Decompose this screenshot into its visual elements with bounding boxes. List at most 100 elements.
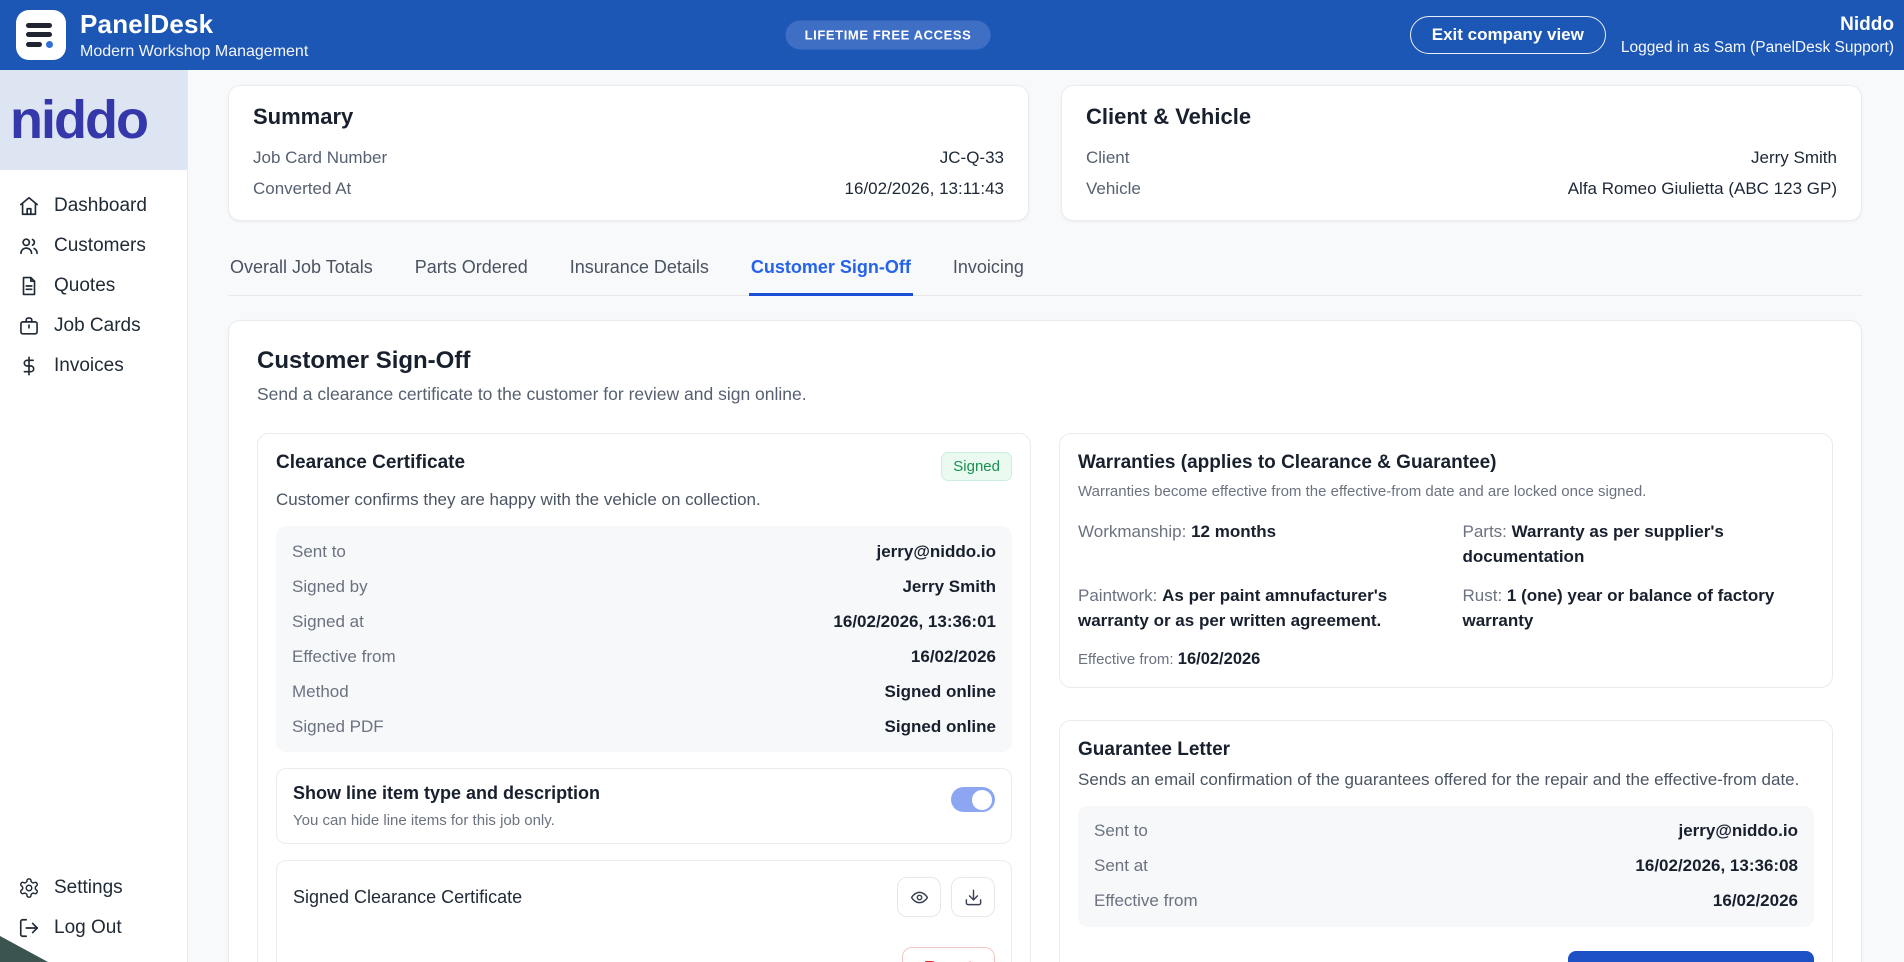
customer-sign-off-panel: Customer Sign-Off Send a clearance certi… <box>228 320 1862 962</box>
sidebar-item-label: Job Cards <box>54 315 141 337</box>
logged-in-as-text: Logged in as Sam (PanelDesk Support) <box>1621 39 1894 57</box>
clearance-card-header: Clearance Certificate Signed <box>276 452 1012 481</box>
detail-value: 16/02/2026 <box>1713 891 1798 911</box>
sidebar-item-settings[interactable]: Settings <box>0 868 187 908</box>
guarantee-title: Guarantee Letter <box>1078 739 1814 761</box>
summary-card: Summary Job Card Number JC-Q-33 Converte… <box>228 85 1029 221</box>
warranties-card: Warranties (applies to Clearance & Guara… <box>1059 433 1833 688</box>
users-icon <box>18 235 40 257</box>
detail-label: Sent to <box>292 542 346 562</box>
niddo-wordmark: niddo <box>10 89 147 151</box>
warranty-rust: Rust: 1 (one) year or balance of factory… <box>1463 584 1814 633</box>
download-certificate-button[interactable] <box>951 877 995 917</box>
detail-value: 16/02/2026, 13:36:01 <box>833 612 996 632</box>
detail-row-sent-to: Sent to jerry@niddo.io <box>292 534 996 569</box>
effective-label: Effective from: <box>1078 651 1174 668</box>
tab-customer-sign-off[interactable]: Customer Sign-Off <box>749 253 913 296</box>
detail-row-effective-from: Effective from 16/02/2026 <box>292 639 996 674</box>
summary-row-converted-at: Converted At 16/02/2026, 13:11:43 <box>253 173 1004 204</box>
sidebar-item-label: Settings <box>54 877 123 899</box>
warranty-label: Paintwork: <box>1078 586 1157 605</box>
sidebar-logo: niddo <box>0 70 187 170</box>
warranty-workmanship: Workmanship: 12 months <box>1078 520 1437 569</box>
detail-label: Sent to <box>1094 821 1148 841</box>
main-content: Summary Job Card Number JC-Q-33 Converte… <box>188 70 1904 962</box>
warranty-label: Rust: <box>1463 586 1503 605</box>
detail-row-signed-pdf: Signed PDF Signed online <box>292 709 996 744</box>
detail-label: Signed PDF <box>292 717 384 737</box>
warranty-paintwork: Paintwork: As per paint amnufacturer's w… <box>1078 584 1437 633</box>
detail-value: jerry@niddo.io <box>876 542 996 562</box>
home-icon <box>18 195 40 217</box>
clearance-subtitle: Customer confirms they are happy with th… <box>276 490 1012 510</box>
sidebar-item-label: Log Out <box>54 917 122 939</box>
detail-row-effective-from: Effective from 16/02/2026 <box>1094 884 1798 919</box>
top-header: PanelDesk Modern Workshop Management LIF… <box>0 0 1904 70</box>
effective-value: 16/02/2026 <box>1178 650 1261 668</box>
certificate-actions <box>897 877 995 917</box>
logo-bar <box>26 32 52 37</box>
app-root: PanelDesk Modern Workshop Management LIF… <box>0 0 1904 962</box>
tab-overall-job-totals[interactable]: Overall Job Totals <box>228 253 375 295</box>
tab-insurance-details[interactable]: Insurance Details <box>568 253 711 295</box>
toggle-knob <box>972 790 992 810</box>
line-items-toggle[interactable] <box>951 787 995 812</box>
certificate-row: Signed Clearance Certificate <box>293 877 995 917</box>
logo-bar-row <box>26 41 66 48</box>
page-title: Customer Sign-Off <box>257 347 1833 375</box>
detail-label: Effective from <box>292 647 396 667</box>
paneldesk-logo-icon[interactable] <box>16 10 66 60</box>
sidebar-nav: Dashboard Customers Quotes Job Cards Inv… <box>0 170 187 386</box>
client-row: Client Jerry Smith <box>1086 142 1837 173</box>
logged-in-user: Niddo Logged in as Sam (PanelDesk Suppor… <box>1621 14 1894 57</box>
logo-bar <box>26 42 42 47</box>
detail-label: Effective from <box>1094 891 1198 911</box>
app-subtitle: Modern Workshop Management <box>80 43 308 61</box>
reset-row: Reset <box>293 947 995 962</box>
clearance-details-list: Sent to jerry@niddo.io Signed by Jerry S… <box>276 526 1012 752</box>
sidebar-item-dashboard[interactable]: Dashboard <box>0 186 187 226</box>
sidebar-item-label: Dashboard <box>54 195 147 217</box>
sidebar-item-quotes[interactable]: Quotes <box>0 266 187 306</box>
detail-value: 16/02/2026, 13:36:08 <box>1635 856 1798 876</box>
detail-row-method: Method Signed online <box>292 674 996 709</box>
detail-label: Sent at <box>1094 856 1148 876</box>
detail-label: Signed at <box>292 612 364 632</box>
sidebar-item-label: Quotes <box>54 275 115 297</box>
row-label: Vehicle <box>1086 179 1141 199</box>
corner-wedge-decoration <box>0 936 48 962</box>
warranties-effective-from: Effective from: 16/02/2026 <box>1078 650 1814 669</box>
reset-button[interactable]: Reset <box>902 947 995 962</box>
tab-parts-ordered[interactable]: Parts Ordered <box>413 253 530 295</box>
sidebar: niddo Dashboard Customers Quotes Job Car… <box>0 70 188 962</box>
detail-row-sent-to: Sent to jerry@niddo.io <box>1094 814 1798 849</box>
detail-label: Method <box>292 682 349 702</box>
vehicle-row: Vehicle Alfa Romeo Giulietta (ABC 123 GP… <box>1086 173 1837 204</box>
preview-certificate-button[interactable] <box>897 877 941 917</box>
sidebar-item-label: Invoices <box>54 355 124 377</box>
app-name: PanelDesk <box>80 9 308 40</box>
signed-certificate-box: Signed Clearance Certificate <box>276 860 1012 962</box>
warranty-label: Parts: <box>1463 522 1507 541</box>
certificate-name: Signed Clearance Certificate <box>293 887 522 908</box>
warranty-value: 12 months <box>1191 522 1276 541</box>
send-guarantee-email-button[interactable]: Send Guarantee Email <box>1568 951 1814 962</box>
line-items-toggle-box: Show line item type and description You … <box>276 768 1012 844</box>
detail-row-sent-at: Sent at 16/02/2026, 13:36:08 <box>1094 849 1798 884</box>
sidebar-item-customers[interactable]: Customers <box>0 226 187 266</box>
page-subtitle: Send a clearance certificate to the cust… <box>257 384 1833 405</box>
toggle-subtitle: You can hide line items for this job onl… <box>293 812 600 829</box>
guarantee-details-list: Sent to jerry@niddo.io Sent at 16/02/202… <box>1078 806 1814 927</box>
tab-invoicing[interactable]: Invoicing <box>951 253 1026 295</box>
sidebar-item-invoices[interactable]: Invoices <box>0 346 187 386</box>
promo-badge: LIFETIME FREE ACCESS <box>786 21 991 50</box>
row-value: Jerry Smith <box>1751 148 1837 168</box>
card-title: Client & Vehicle <box>1086 104 1837 130</box>
exit-company-view-button[interactable]: Exit company view <box>1410 16 1606 54</box>
row-label: Job Card Number <box>253 148 387 168</box>
briefcase-icon <box>18 315 40 337</box>
sidebar-item-job-cards[interactable]: Job Cards <box>0 306 187 346</box>
dollar-icon <box>18 355 40 377</box>
detail-value: jerry@niddo.io <box>1678 821 1798 841</box>
logo-dot <box>46 41 53 48</box>
